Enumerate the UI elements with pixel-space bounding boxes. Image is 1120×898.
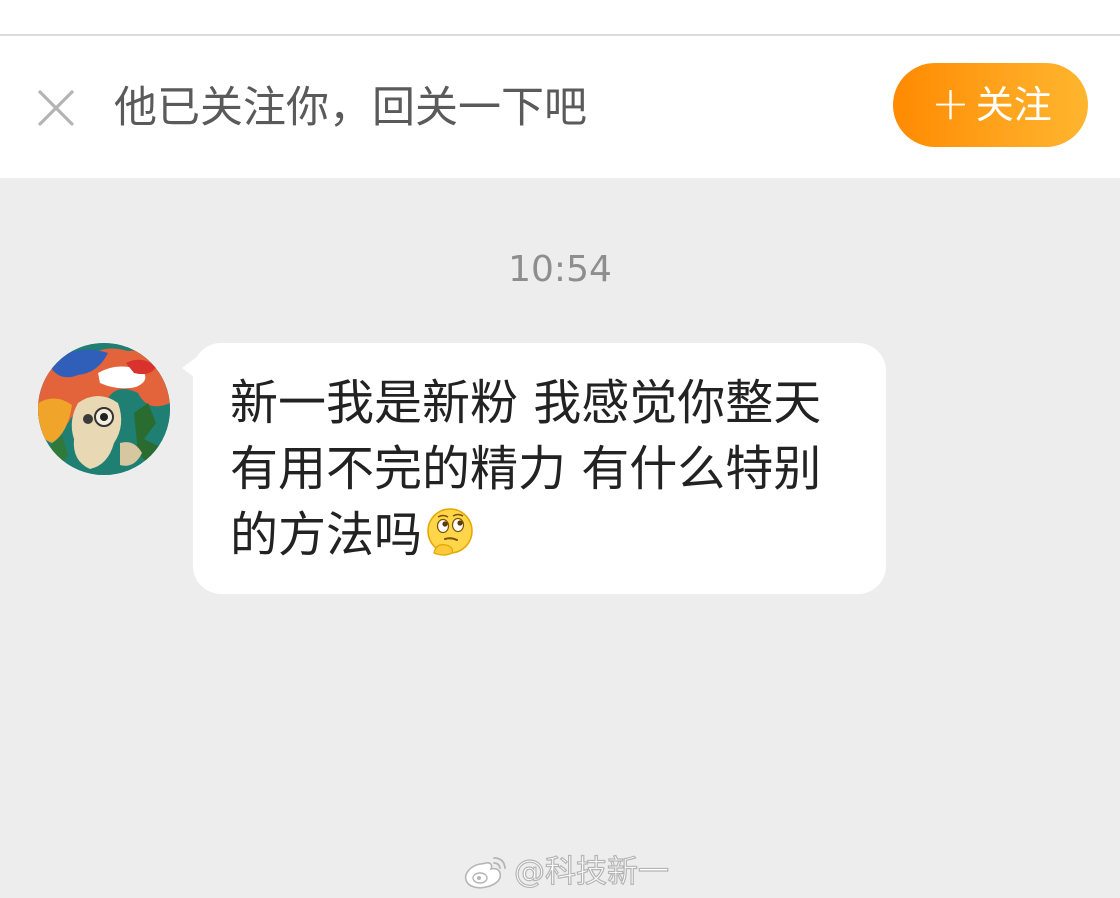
follow-back-message: 他已关注你，回关一下吧 — [114, 83, 587, 133]
avatar[interactable] — [38, 343, 170, 475]
close-icon — [38, 90, 74, 126]
plus-icon: + — [931, 76, 970, 130]
top-status-strip — [0, 0, 1120, 36]
message-timestamp: 10:54 — [508, 249, 612, 290]
close-banner-button[interactable] — [34, 86, 78, 130]
follow-back-banner: 他已关注你，回关一下吧 + 关注 — [0, 36, 1120, 178]
message-text-container: 新一我是新粉 我感觉你整天有用不完的精力 有什么特别的方法吗 — [230, 370, 856, 568]
message-bubble[interactable]: 新一我是新粉 我感觉你整天有用不完的精力 有什么特别的方法吗 — [193, 343, 886, 594]
avatar-image — [38, 343, 170, 475]
weibo-watermark: @科技新一 — [462, 850, 670, 894]
follow-button[interactable]: + 关注 — [893, 63, 1088, 147]
message-text: 新一我是新粉 我感觉你整天有用不完的精力 有什么特别的方法吗 — [230, 375, 822, 563]
follow-button-label: 关注 — [975, 83, 1052, 127]
watermark-handle: @科技新一 — [513, 853, 669, 890]
thinking-face-icon — [427, 508, 473, 556]
weibo-logo-icon — [464, 857, 506, 889]
